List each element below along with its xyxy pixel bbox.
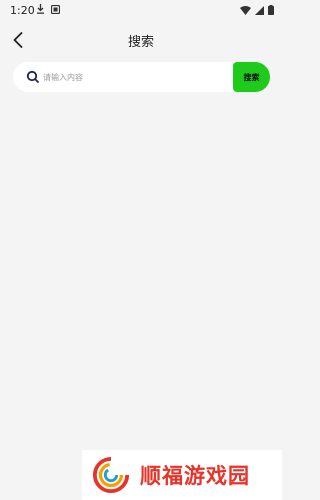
- cellular-signal-icon: [255, 5, 264, 15]
- watermark-text: 顺福游戏园: [140, 464, 250, 488]
- battery-icon: [268, 5, 274, 15]
- search-bar: 搜索: [13, 62, 270, 92]
- status-bar: 1:20: [0, 0, 282, 22]
- watermark-logo: [92, 456, 130, 494]
- watermark: 顺福游戏园: [82, 450, 282, 500]
- download-icon: [37, 4, 44, 14]
- status-right-icons: [240, 5, 274, 15]
- search-icon: [26, 70, 39, 83]
- status-time: 1:20: [10, 4, 35, 17]
- notification-app-icon: [51, 4, 60, 14]
- page-title: 搜索: [127, 35, 154, 50]
- wifi-icon: [240, 5, 251, 15]
- app-bar: 搜索: [0, 22, 282, 58]
- search-button[interactable]: 搜索: [233, 62, 270, 92]
- status-left-icons: [36, 4, 60, 14]
- search-input[interactable]: [43, 67, 213, 87]
